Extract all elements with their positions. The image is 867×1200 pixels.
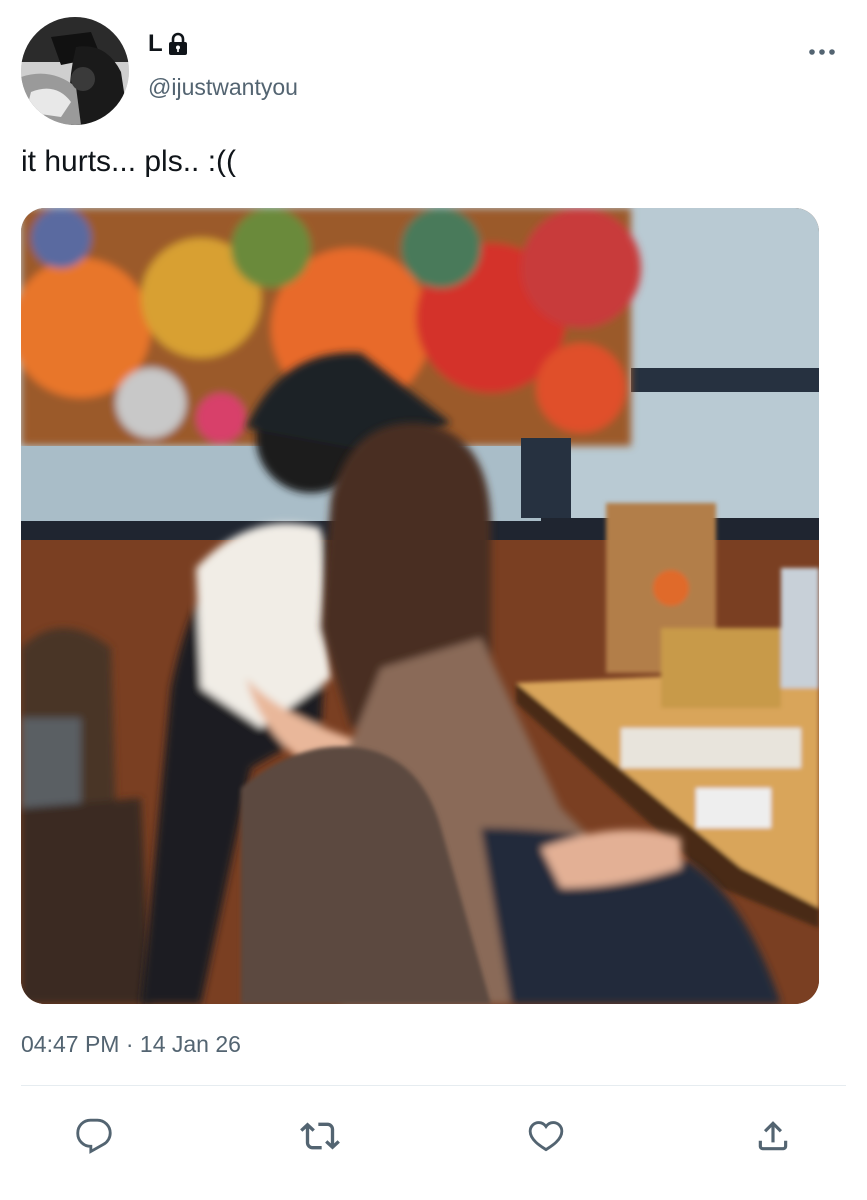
action-bar: [0, 1110, 867, 1166]
divider: [21, 1085, 846, 1086]
photo-scene: [21, 208, 819, 1004]
reply-button[interactable]: [72, 1116, 116, 1160]
tweet-time: 04:47 PM: [21, 1031, 120, 1057]
tweet-date: 14 Jan 26: [139, 1031, 241, 1057]
lock-icon: [167, 32, 189, 56]
author-name[interactable]: L: [148, 30, 163, 58]
meta-separator: ·: [125, 1031, 134, 1057]
avatar-image: [21, 17, 129, 125]
tweet-timestamp[interactable]: 04:47 PM · 14 Jan 26: [21, 1031, 241, 1058]
author-row: L: [148, 30, 189, 58]
share-button[interactable]: [751, 1116, 795, 1160]
tweet-text: it hurts... pls.. :((: [21, 145, 237, 178]
more-options-icon[interactable]: [807, 40, 837, 60]
reply-icon: [75, 1117, 113, 1160]
share-icon: [754, 1117, 792, 1160]
author-handle[interactable]: @ijustwantyou: [148, 74, 298, 101]
like-icon: [527, 1117, 565, 1160]
like-button[interactable]: [524, 1116, 568, 1160]
avatar[interactable]: [21, 17, 129, 125]
tweet-photo[interactable]: [21, 208, 819, 1004]
retweet-button[interactable]: [298, 1116, 342, 1160]
retweet-icon: [300, 1116, 340, 1161]
